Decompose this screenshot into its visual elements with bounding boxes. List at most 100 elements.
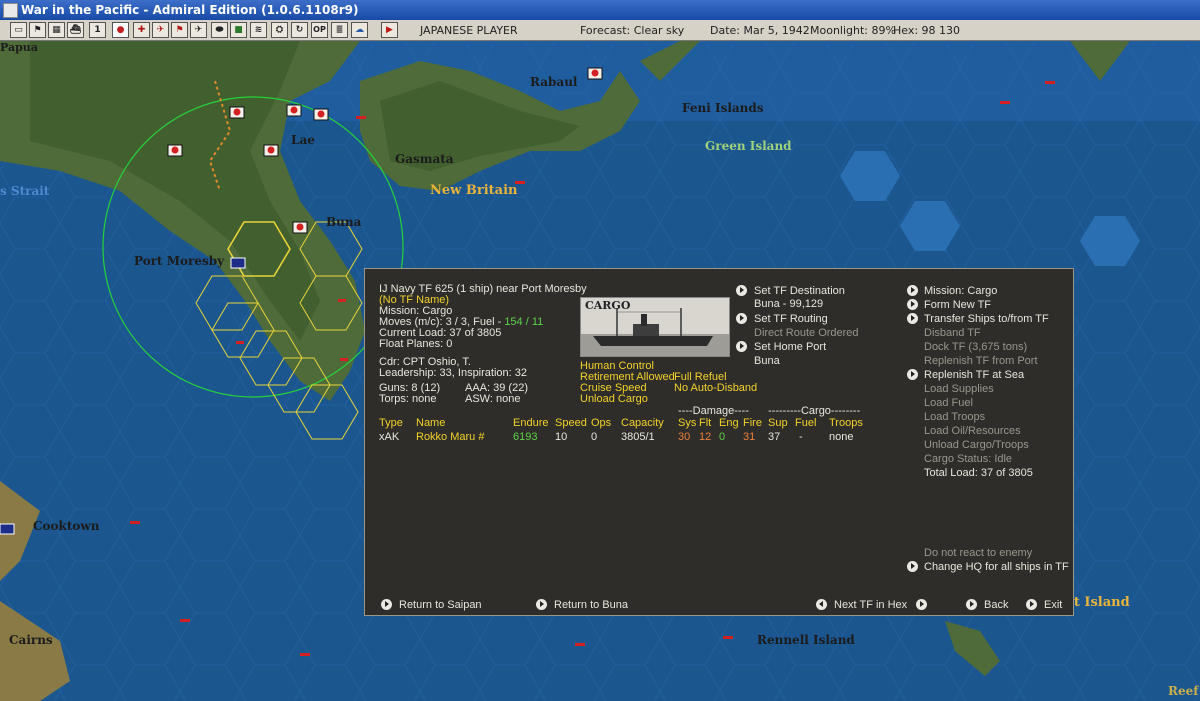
arrow-icon bbox=[381, 599, 392, 610]
disband-tf-button: Disband TF bbox=[924, 327, 981, 339]
map-label-strait: s Strait bbox=[0, 184, 50, 198]
map-icon[interactable]: ▦ bbox=[48, 22, 65, 38]
app-icon[interactable] bbox=[3, 3, 18, 18]
cargo-ship-image bbox=[581, 308, 729, 356]
flag-no-auto-disband[interactable]: No Auto-Disband bbox=[674, 383, 757, 394]
save-icon[interactable]: ▭ bbox=[10, 22, 27, 38]
date-label: Date: Mar 5, 1942 bbox=[710, 24, 810, 37]
info-icon[interactable]: 1 bbox=[89, 22, 106, 38]
end-turn-icon[interactable]: ▶ bbox=[381, 22, 398, 38]
cell-type: xAK bbox=[379, 431, 400, 443]
weather-icon[interactable]: ☁ bbox=[351, 22, 368, 38]
land-icon[interactable]: ■ bbox=[230, 22, 247, 38]
arrow-icon bbox=[736, 313, 747, 324]
map-label-rabaul[interactable]: Rabaul bbox=[530, 75, 577, 89]
fleet-icon[interactable]: ≋ bbox=[250, 22, 267, 38]
load-oil-button: Load Oil/Resources bbox=[924, 425, 1021, 437]
change-hq-button[interactable]: Change HQ for all ships in TF bbox=[924, 562, 1069, 573]
tf-float-planes: Float Planes: 0 bbox=[379, 338, 453, 350]
return-saipan-button[interactable]: Return to Saipan bbox=[399, 600, 482, 611]
cell-fuel: - bbox=[799, 431, 803, 443]
forecast-label: Forecast: Clear sky bbox=[580, 24, 685, 37]
cell-capacity: 3805/1 bbox=[621, 431, 655, 443]
next-tf-icon[interactable] bbox=[916, 599, 927, 610]
cell-fire: 31 bbox=[743, 431, 756, 443]
flag2-icon[interactable]: ⚑ bbox=[171, 22, 188, 38]
cargo-status: Cargo Status: Idle bbox=[924, 453, 1013, 465]
arrow-icon bbox=[907, 313, 918, 324]
col-eng: Eng bbox=[719, 417, 739, 429]
map-label-port-moresby[interactable]: Port Moresby bbox=[134, 254, 224, 268]
arrow-icon bbox=[907, 285, 918, 296]
flag-unload-cargo[interactable]: Unload Cargo bbox=[580, 394, 648, 405]
set-tf-destination-button[interactable]: Set TF Destination bbox=[754, 286, 845, 297]
exit-button[interactable]: Exit bbox=[1044, 600, 1062, 611]
tf-asw: ASW: none bbox=[465, 393, 521, 405]
replenish-sea-button[interactable]: Replenish TF at Sea bbox=[924, 370, 1024, 381]
tf-fuel-value: 154 / 11 bbox=[504, 316, 544, 328]
japan-flag-icon[interactable]: ● bbox=[112, 22, 129, 38]
moonlight-label: Moonlight: 89% bbox=[810, 24, 896, 37]
map-label-island-right: rt Island bbox=[1067, 595, 1130, 610]
no-react-option: Do not react to enemy bbox=[924, 547, 1033, 559]
col-flt: Flt bbox=[699, 417, 712, 429]
map-label-reef: Reef bbox=[1168, 684, 1199, 698]
map-label-lae[interactable]: Lae bbox=[291, 133, 315, 147]
col-speed: Speed bbox=[555, 417, 587, 429]
arrow-icon bbox=[536, 599, 547, 610]
destination-value: Buna - 99,129 bbox=[754, 298, 824, 310]
cell-sys: 30 bbox=[678, 431, 691, 443]
refresh-icon[interactable]: ↻ bbox=[291, 22, 308, 38]
unload-cargo-button: Unload Cargo/Troops bbox=[924, 439, 1029, 451]
total-load: Total Load: 37 of 3805 bbox=[924, 467, 1033, 479]
next-tf-in-hex-label: Next TF in Hex bbox=[834, 599, 908, 611]
map-label-green-island: Green Island bbox=[705, 139, 792, 153]
map-label-buna[interactable]: Buna bbox=[326, 215, 361, 229]
sub-icon[interactable]: ⬬ bbox=[211, 22, 228, 38]
arrow-icon bbox=[907, 561, 918, 572]
arrow-icon bbox=[1026, 599, 1037, 610]
mission-button[interactable]: Mission: Cargo bbox=[924, 286, 997, 297]
col-fuel: Fuel bbox=[795, 417, 817, 429]
return-buna-button[interactable]: Return to Buna bbox=[554, 600, 628, 611]
dock-tf-button: Dock TF (3,675 tons) bbox=[924, 341, 1028, 353]
cell-sup: 37 bbox=[768, 431, 781, 443]
transfer-ships-button[interactable]: Transfer Ships to/from TF bbox=[924, 314, 1049, 325]
set-home-port-button[interactable]: Set Home Port bbox=[754, 342, 826, 353]
air-icon[interactable]: ✈ bbox=[152, 22, 169, 38]
arrow-icon bbox=[736, 341, 747, 352]
op-icon[interactable]: OP bbox=[311, 22, 328, 38]
notes-icon[interactable]: ≣ bbox=[331, 22, 348, 38]
arrow-icon bbox=[736, 285, 747, 296]
col-troops: Troops bbox=[829, 417, 863, 429]
back-button[interactable]: Back bbox=[984, 600, 1008, 611]
prev-tf-icon[interactable] bbox=[816, 599, 827, 610]
hex-label: Hex: 98 130 bbox=[893, 24, 961, 37]
ship-icon[interactable]: ⛴ bbox=[67, 22, 84, 38]
window-title: War in the Pacific - Admiral Edition (1.… bbox=[21, 3, 359, 17]
form-new-tf-button[interactable]: Form New TF bbox=[924, 300, 991, 311]
map-label-cooktown[interactable]: Cooktown bbox=[33, 519, 99, 533]
arrow-icon bbox=[966, 599, 977, 610]
cell-name[interactable]: Rokko Maru # bbox=[416, 432, 484, 443]
map-label-rennell-island: Rennell Island bbox=[757, 633, 855, 647]
map-label-cairns[interactable]: Cairns bbox=[9, 633, 53, 647]
ship-picture: CARGO bbox=[580, 297, 730, 357]
col-endure: Endure bbox=[513, 417, 549, 429]
aircraft-icon[interactable]: ✈ bbox=[190, 22, 207, 38]
map-label-gasmata[interactable]: Gasmata bbox=[395, 152, 454, 166]
set-tf-routing-button[interactable]: Set TF Routing bbox=[754, 314, 828, 325]
ops-icon[interactable]: ⛭ bbox=[271, 22, 288, 38]
cell-speed: 10 bbox=[555, 431, 568, 443]
map-label-new-britain: New Britain bbox=[430, 183, 518, 198]
base-icon[interactable]: ✚ bbox=[133, 22, 150, 38]
player-label: JAPANESE PLAYER bbox=[420, 24, 518, 37]
col-ops: Ops bbox=[591, 417, 612, 429]
cell-flt: 12 bbox=[699, 431, 712, 443]
damage-group-header: ----Damage---- bbox=[678, 405, 749, 417]
load-supplies-button: Load Supplies bbox=[924, 383, 994, 395]
col-sys: Sys bbox=[678, 417, 697, 429]
flag-icon[interactable]: ⚑ bbox=[29, 22, 46, 38]
tf-leadership: Leadership: 33, Inspiration: 32 bbox=[379, 367, 527, 379]
home-port-value: Buna bbox=[754, 355, 780, 367]
